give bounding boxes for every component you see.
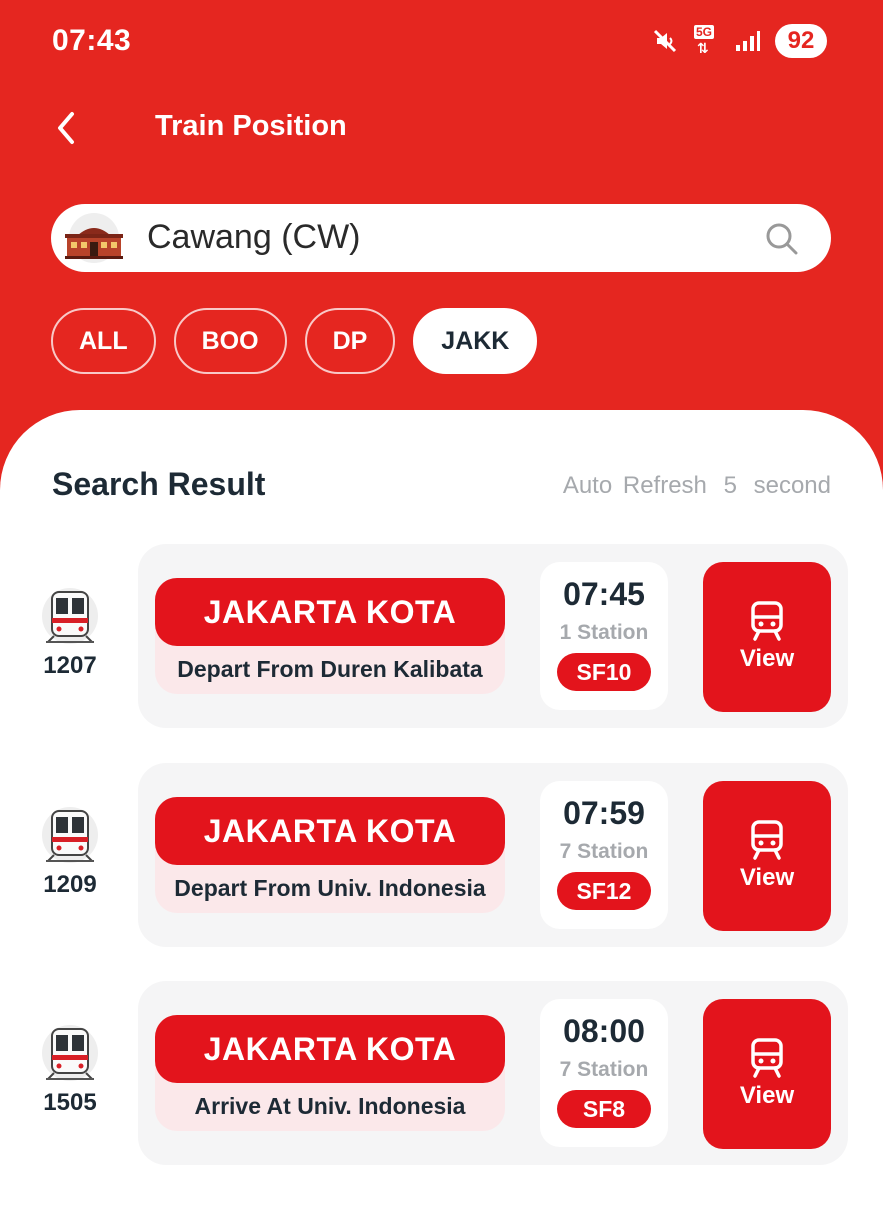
- destination-label: JAKARTA KOTA: [155, 797, 505, 865]
- train-card: JAKARTA KOTA Depart From Duren Kalibata …: [138, 544, 848, 728]
- station-count: 1 Station: [559, 621, 649, 644]
- data-arrows-icon: ⇅: [697, 40, 709, 56]
- mute-icon: [651, 27, 679, 55]
- departure-info: Depart From Duren Kalibata: [177, 656, 483, 682]
- view-button[interactable]: View: [703, 781, 831, 931]
- station-building-icon: [63, 212, 125, 264]
- auto-refresh-info: Auto Refresh 5 second: [557, 472, 831, 500]
- destination-label: JAKARTA KOTA: [155, 578, 505, 646]
- auto-refresh-unit: second: [753, 472, 831, 499]
- station-count: 7 Station: [559, 1058, 649, 1081]
- auto-refresh-label: Auto Refresh: [562, 472, 707, 499]
- search-value: Cawang (CW): [147, 218, 361, 256]
- train-icon: [751, 820, 783, 860]
- filter-chip-boo[interactable]: BOO: [173, 308, 287, 374]
- filter-chip-dp[interactable]: DP: [304, 308, 396, 374]
- destination-label: JAKARTA KOTA: [155, 1015, 505, 1083]
- destination-block: JAKARTA KOTA Arrive At Univ. Indonesia: [155, 1015, 505, 1131]
- view-label: View: [739, 864, 795, 891]
- back-button[interactable]: [46, 104, 86, 152]
- station-search-input[interactable]: Cawang (CW): [51, 204, 831, 272]
- chevron-left-icon: [58, 112, 74, 144]
- train-card: JAKARTA KOTA Depart From Univ. Indonesia…: [138, 763, 848, 947]
- train-icon: [751, 601, 783, 641]
- network-label: 5G: [694, 25, 715, 39]
- destination-block: JAKARTA KOTA Depart From Duren Kalibata: [155, 578, 505, 694]
- view-label: View: [739, 1082, 795, 1109]
- battery-indicator: 92: [775, 24, 827, 58]
- arrival-time-box: 07:45 1 Station SF10: [540, 562, 668, 710]
- signal-icon: [735, 29, 761, 53]
- line-filter-chips: ALL BOO DP JAKK: [51, 308, 538, 374]
- station-count: 7 Station: [559, 840, 649, 863]
- train-result-row: 1505 JAKARTA KOTA Arrive At Univ. Indone…: [0, 981, 883, 1165]
- train-icon: [42, 588, 98, 644]
- auto-refresh-value: 5: [723, 472, 737, 499]
- arrival-time-box: 08:00 7 Station SF8: [540, 999, 668, 1147]
- arrival-time: 07:45: [563, 576, 645, 612]
- network-5g-icon: 5G ⇅: [693, 25, 721, 57]
- train-result-row: 1209 JAKARTA KOTA Depart From Univ. Indo…: [0, 763, 883, 947]
- status-icons: 5G ⇅ 92: [651, 24, 827, 58]
- view-button[interactable]: View: [703, 999, 831, 1149]
- train-icon: [42, 807, 98, 863]
- arrival-info: Arrive At Univ. Indonesia: [194, 1093, 466, 1119]
- filter-chip-all[interactable]: ALL: [51, 308, 156, 374]
- arrival-time-box: 07:59 7 Station SF12: [540, 781, 668, 929]
- arrival-time: 08:00: [563, 1013, 645, 1049]
- arrival-time: 07:59: [563, 795, 645, 831]
- train-icon: [42, 1025, 98, 1081]
- search-icon[interactable]: [765, 222, 799, 261]
- platform-badge: SF12: [557, 872, 651, 910]
- departure-info: Depart From Univ. Indonesia: [174, 875, 486, 901]
- train-number: 1505: [43, 1089, 97, 1116]
- train-info: 1209: [36, 803, 104, 899]
- train-card: JAKARTA KOTA Arrive At Univ. Indonesia 0…: [138, 981, 848, 1165]
- status-time: 07:43: [52, 24, 132, 57]
- train-info: 1505: [36, 1021, 104, 1117]
- view-button[interactable]: View: [703, 562, 831, 712]
- view-label: View: [739, 645, 795, 672]
- section-title: Search Result: [52, 466, 266, 502]
- filter-chip-jakk[interactable]: JAKK: [413, 308, 538, 374]
- train-icon: [751, 1038, 783, 1078]
- page-title: Train Position: [155, 110, 347, 142]
- train-number: 1207: [43, 652, 97, 679]
- train-number: 1209: [43, 871, 97, 898]
- train-info: 1207: [36, 584, 104, 680]
- train-result-row: 1207 JAKARTA KOTA Depart From Duren Kali…: [0, 544, 883, 728]
- platform-badge: SF10: [557, 653, 651, 691]
- destination-block: JAKARTA KOTA Depart From Univ. Indonesia: [155, 797, 505, 913]
- platform-badge: SF8: [557, 1090, 651, 1128]
